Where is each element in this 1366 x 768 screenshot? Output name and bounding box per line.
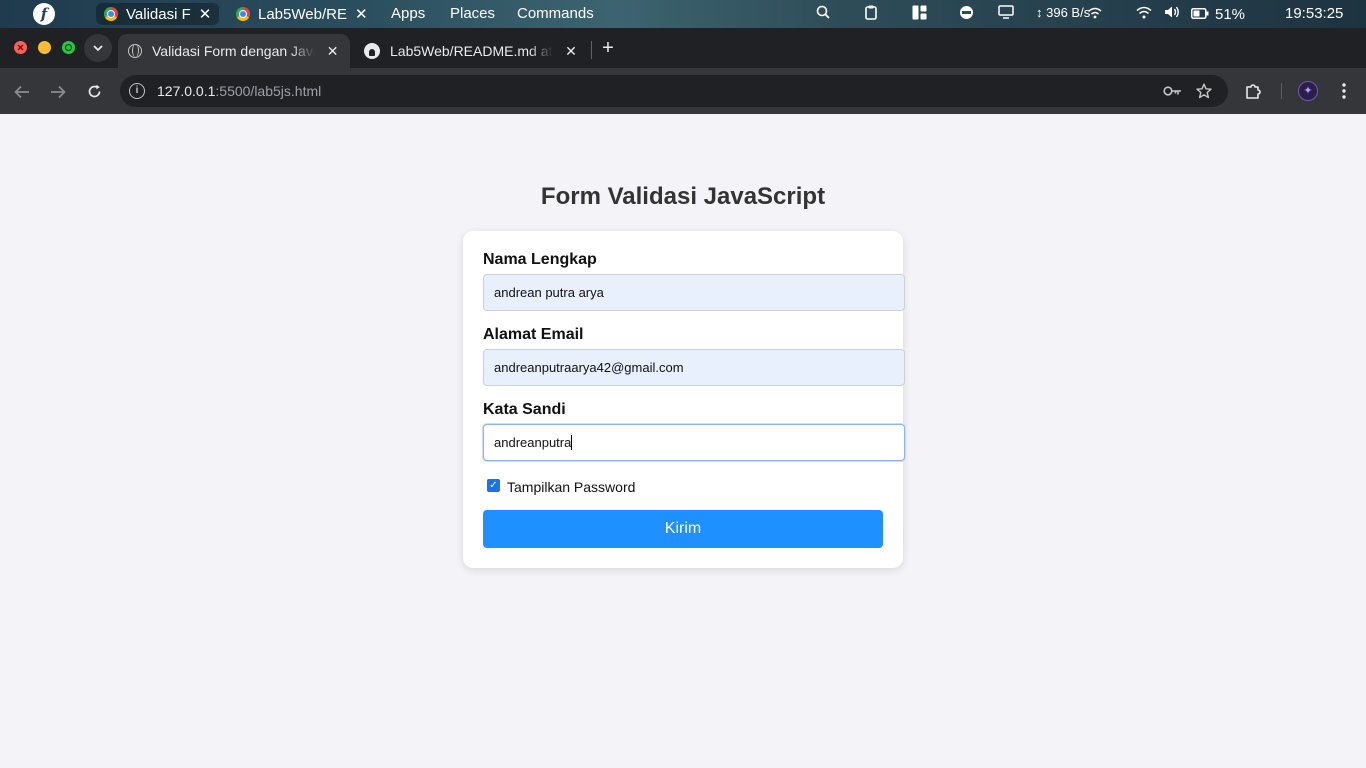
volume-icon[interactable] [1163, 5, 1181, 23]
tab-validasi-form[interactable]: Validasi Form dengan JavaScript ✕ [118, 34, 350, 68]
clipboard-icon[interactable] [862, 5, 880, 23]
menu-places[interactable]: Places [450, 5, 495, 22]
page-title: Form Validasi JavaScript [540, 183, 826, 210]
validation-form-card: Nama Lengkap andrean putra arya Alamat E… [463, 231, 905, 568]
battery-percentage: 51% [1215, 6, 1246, 23]
email-label: Alamat Email [483, 326, 584, 343]
window-close-button[interactable] [14, 41, 27, 54]
tab-title: Lab5Web/README.md at main [390, 43, 553, 59]
wifi-icon[interactable] [1135, 5, 1153, 23]
taskbar-window-label: Validasi F [126, 5, 191, 23]
taskbar-window-label: Lab5Web/RE [258, 5, 347, 23]
tab-lab5web-readme[interactable]: Lab5Web/README.md at main ✕ [354, 34, 589, 68]
name-input[interactable]: andrean putra arya [483, 274, 905, 311]
tab-close-icon[interactable]: ✕ [325, 43, 340, 60]
bookmark-star-icon[interactable] [1194, 81, 1214, 101]
new-tab-button[interactable]: + [597, 36, 619, 60]
name-label: Nama Lengkap [483, 251, 597, 268]
battery-icon[interactable] [1191, 5, 1209, 23]
page-viewport: Form Validasi JavaScript Nama Lengkap an… [0, 115, 1366, 768]
profile-avatar[interactable]: ✦ [1298, 81, 1318, 101]
more-menu-icon[interactable] [1333, 80, 1355, 102]
chrome-icon [236, 7, 250, 21]
show-password-checkbox[interactable]: ✓ [487, 479, 500, 492]
taskbar-window-chrome-validasi[interactable]: Validasi F ✕ [96, 3, 220, 25]
close-icon[interactable]: ✕ [355, 5, 368, 23]
tab-close-icon[interactable]: ✕ [563, 43, 579, 60]
github-icon [364, 43, 380, 59]
forward-button[interactable] [46, 79, 70, 103]
tab-search-button[interactable] [84, 34, 112, 62]
clock[interactable]: 19:53:25 [1285, 5, 1343, 22]
network-speed: ↕ 396 B/s [1036, 5, 1091, 20]
window-minimize-button[interactable] [38, 41, 51, 54]
url-text[interactable]: 127.0.0.1:5500/lab5js.html [157, 83, 321, 99]
password-input[interactable]: andreanputra [483, 424, 905, 461]
system-top-bar: f Validasi F ✕ Lab5Web/RE ✕ Apps Places … [0, 0, 1366, 28]
submit-button[interactable]: Kirim [483, 510, 883, 548]
display-icon[interactable] [997, 5, 1015, 23]
url-host: 127.0.0.1 [157, 83, 216, 99]
window-tiling-icon[interactable] [910, 5, 928, 23]
reload-button[interactable] [82, 79, 106, 103]
email-input[interactable]: andreanputraarya42@gmail.com [483, 349, 905, 386]
search-icon[interactable] [814, 5, 832, 23]
globe-icon [128, 44, 142, 58]
text-caret [571, 435, 573, 450]
site-info-icon[interactable]: i [129, 83, 145, 99]
close-icon[interactable]: ✕ [199, 5, 212, 23]
toolbar-separator [1281, 83, 1282, 99]
caffeine-icon[interactable] [957, 5, 975, 23]
chrome-icon [104, 7, 118, 21]
tab-title: Validasi Form dengan JavaScript [152, 43, 315, 59]
url-path: :5500/lab5js.html [215, 83, 322, 99]
show-password-label[interactable]: Tampilkan Password [507, 479, 635, 495]
wifi-small-icon [1086, 5, 1104, 23]
password-key-icon[interactable] [1162, 81, 1182, 101]
password-value: andreanputra [494, 435, 572, 450]
menu-apps[interactable]: Apps [391, 5, 425, 22]
window-maximize-button[interactable] [62, 41, 75, 54]
network-speed-value: 396 B/s [1046, 5, 1091, 20]
fedora-logo-icon[interactable]: f [33, 3, 55, 25]
taskbar-window-chrome-lab5web[interactable]: Lab5Web/RE ✕ [228, 3, 376, 25]
password-label: Kata Sandi [483, 401, 566, 418]
back-button[interactable] [10, 79, 34, 103]
tab-separator [591, 41, 592, 59]
extensions-puzzle-icon[interactable] [1243, 80, 1265, 102]
menu-commands[interactable]: Commands [517, 5, 594, 22]
